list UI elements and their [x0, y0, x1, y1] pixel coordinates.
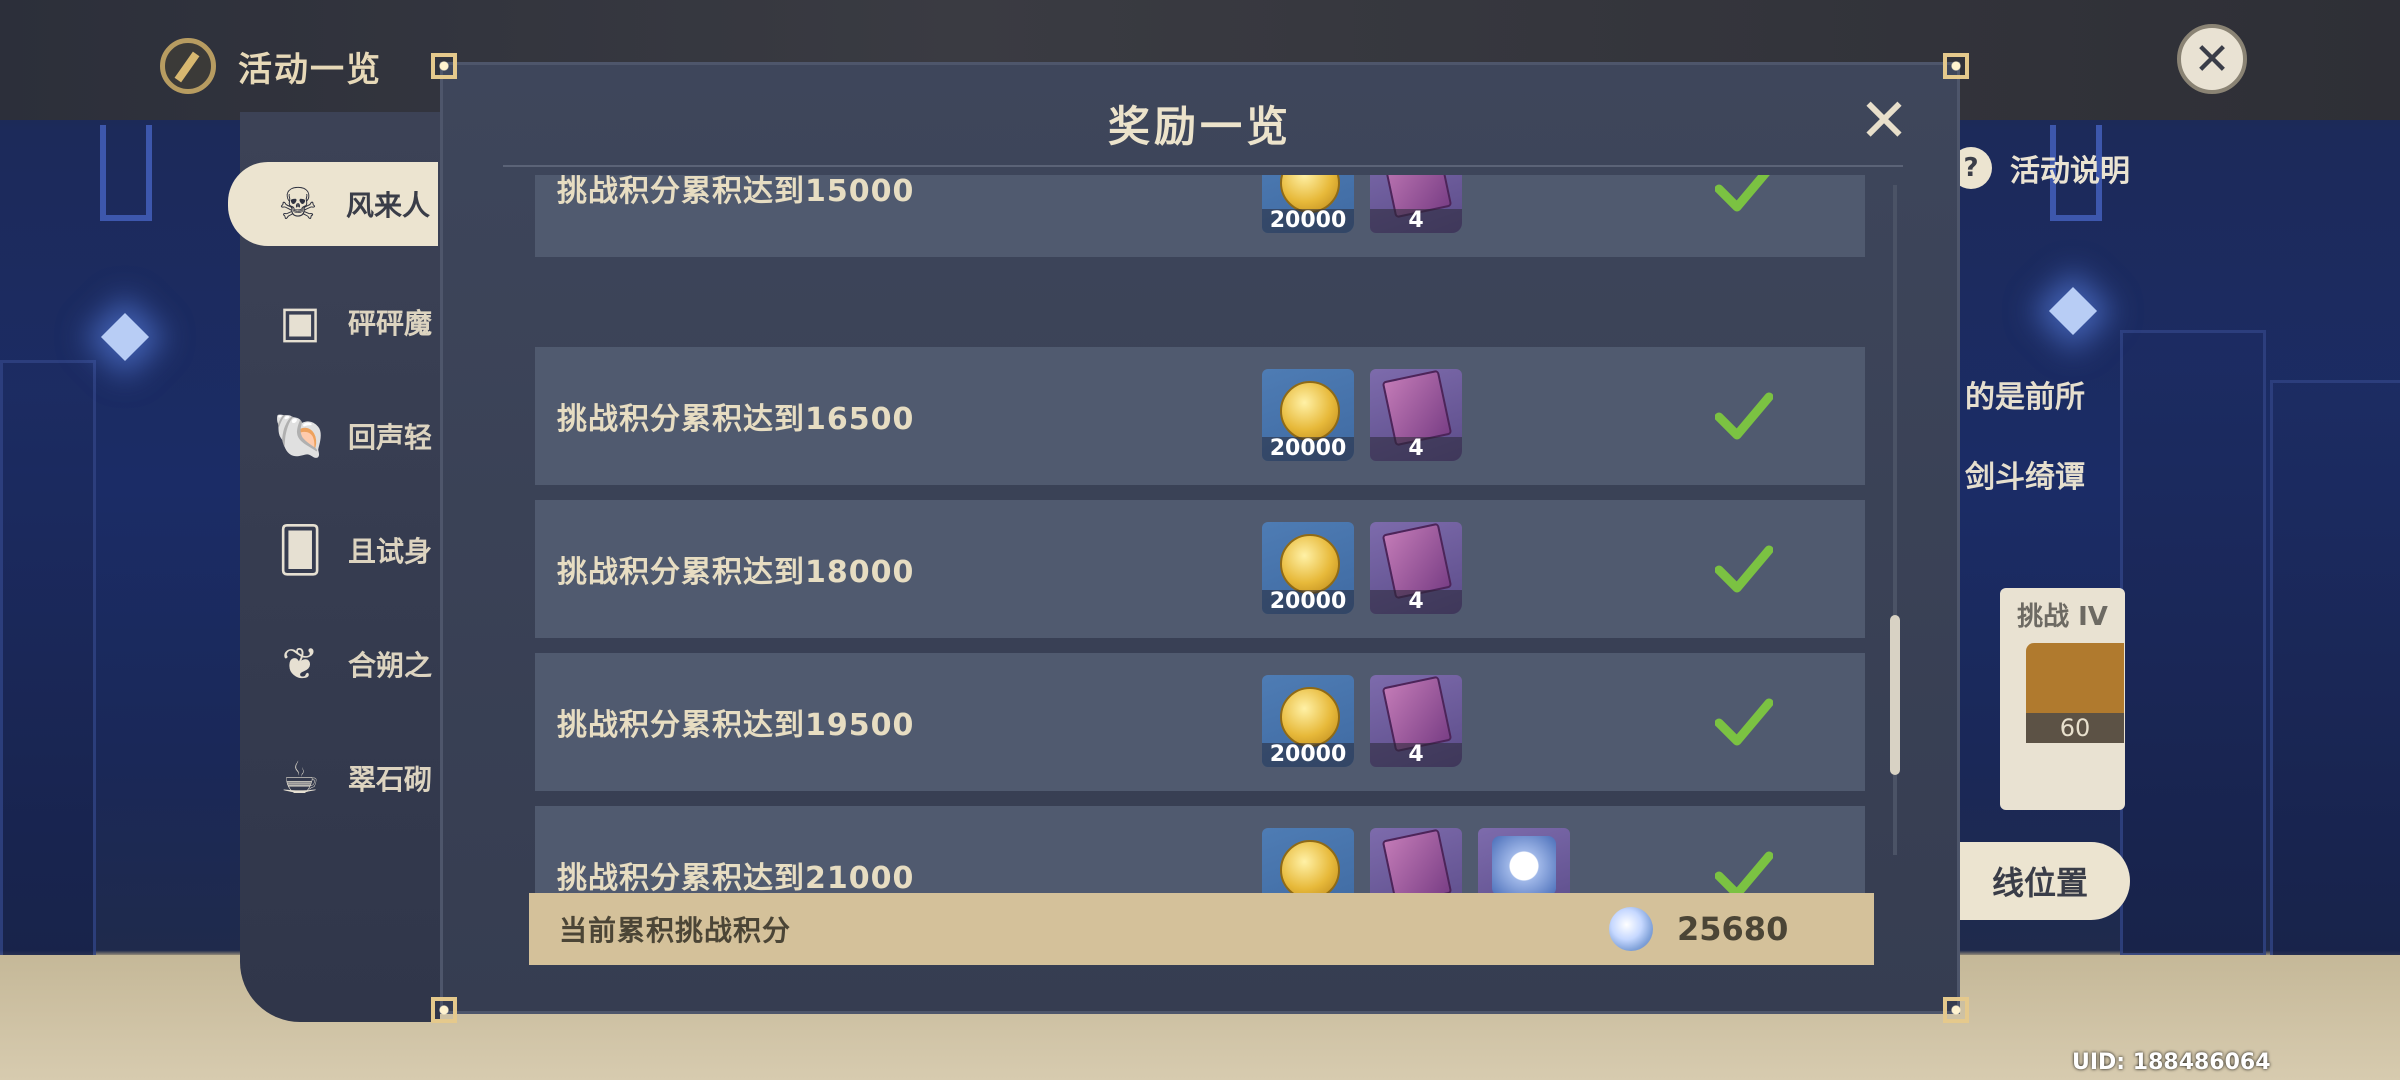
gold-coin-icon — [1280, 840, 1340, 900]
skull-mask-icon: ☠ — [278, 178, 318, 230]
uid-label: UID: 188486064 — [2072, 1050, 2271, 1075]
purple-book-icon — [1381, 675, 1453, 753]
sidebar-item-label: 翠石砌 — [348, 763, 433, 796]
reward-threshold-label: 挑战积分累积达到19500 — [557, 708, 915, 743]
reward-list[interactable]: 挑战积分累积达到15000 20000 4 挑战积分累积达到16500 2000… — [535, 175, 1865, 927]
sidebar-item-label: 风来人 — [346, 189, 431, 222]
challenge-reward-icon: 60 — [2026, 643, 2124, 743]
gold-coin-icon — [1280, 381, 1340, 441]
pillar-decoration — [2120, 330, 2266, 956]
close-icon: ✕ — [2193, 33, 2231, 85]
reward-count: 20000 — [1262, 209, 1354, 233]
current-score-bar: 当前累积挑战积分 25680 — [529, 893, 1874, 965]
sidebar-item-heshuo[interactable]: ❦ 合朔之 — [270, 622, 432, 706]
reward-row: 挑战积分累积达到16500 20000 4 — [535, 347, 1865, 485]
corner-ornament — [1939, 49, 1973, 83]
reward-threshold-label: 挑战积分累积达到15000 — [557, 175, 915, 209]
corner-ornament — [1939, 993, 1973, 1027]
challenge-card[interactable]: 挑战 IV 60 — [2000, 588, 2125, 810]
sidebar-item-label: 回声轻 — [348, 421, 433, 454]
claimed-check-icon — [1715, 545, 1773, 593]
sidebar-item-label: 合朔之 — [348, 649, 433, 682]
banner-decoration — [100, 125, 152, 221]
gold-coin-icon — [1280, 534, 1340, 594]
compass-icon — [160, 38, 216, 94]
event-description-line: 的是前所 — [1965, 380, 2085, 415]
close-icon: ✕ — [1858, 86, 1910, 156]
reward-count: 4 — [1370, 743, 1462, 767]
claimed-check-icon — [1715, 392, 1773, 440]
reward-item-mora[interactable]: 20000 — [1262, 175, 1354, 233]
reward-row: 挑战积分累积达到18000 20000 4 — [535, 500, 1865, 638]
event-overview-header: 活动一览 — [160, 38, 382, 94]
glowing-gem-icon — [100, 312, 150, 362]
teapot-icon: ☕ — [280, 752, 320, 804]
reward-item-book[interactable]: 4 — [1370, 675, 1462, 767]
reward-item-book[interactable]: 4 — [1370, 369, 1462, 461]
challenge-orb-icon — [1609, 907, 1653, 951]
challenge-label: 挑战 IV — [2017, 602, 2108, 632]
namecard-icon — [1492, 836, 1556, 896]
sidebar-item-label: 砰砰魔 — [348, 307, 433, 340]
reward-count: 4 — [1370, 590, 1462, 614]
sidebar-item-feng-lai-ren[interactable]: ☠ 风来人 — [228, 162, 438, 246]
pillar-decoration — [2270, 380, 2400, 966]
sidebar-item-label: 且试身 — [348, 535, 433, 568]
reward-count: 20000 — [1262, 437, 1354, 461]
cards-icon: 🂠 — [277, 524, 323, 576]
reward-count: 4 — [1370, 209, 1462, 233]
reward-row: 挑战积分累积达到15000 20000 4 — [535, 175, 1865, 257]
reward-threshold-label: 挑战积分累积达到18000 — [557, 555, 915, 590]
reward-overview-modal: 奖励一览 ✕ 挑战积分累积达到15000 20000 4 挑战积分累积达到165… — [431, 53, 1969, 1023]
sidebar-item-echo[interactable]: 🐚 回声轻 — [270, 394, 432, 478]
glowing-gem-icon — [2048, 286, 2098, 336]
reward-threshold-label: 挑战积分累积达到16500 — [557, 402, 915, 437]
event-sidebar: ☠ 风来人 ▣ 砰砰魔 🐚 回声轻 🂠 且试身 ❦ 合朔之 ☕ 翠石砌 — [228, 112, 440, 1022]
event-overview-title: 活动一览 — [238, 49, 382, 90]
reward-count: 4 — [1370, 437, 1462, 461]
sidebar-item-trial[interactable]: 🂠 且试身 — [270, 508, 432, 592]
reward-count: 20000 — [1262, 590, 1354, 614]
reward-item-book[interactable]: 4 — [1370, 175, 1462, 233]
sidebar-item-cuishi[interactable]: ☕ 翠石砌 — [270, 736, 432, 820]
reward-row: 挑战积分累积达到19500 20000 4 — [535, 653, 1865, 791]
reward-item-book[interactable]: 4 — [1370, 522, 1462, 614]
reward-item-mora[interactable]: 20000 — [1262, 522, 1354, 614]
reward-item-mora[interactable]: 20000 — [1262, 369, 1354, 461]
event-description-line: 剑斗绮谭 — [1965, 460, 2085, 495]
gold-coin-icon — [1280, 687, 1340, 747]
go-to-position-button[interactable]: 线位置 — [1950, 842, 2130, 920]
claimed-check-icon — [1715, 175, 1770, 212]
current-score-label: 当前累积挑战积分 — [559, 914, 792, 947]
close-modal-button[interactable]: ✕ — [1856, 91, 1912, 151]
pillar-decoration — [0, 360, 96, 966]
event-help-link[interactable]: ? 活动说明 — [1950, 146, 2130, 190]
purple-book-icon — [1381, 522, 1453, 600]
reward-count: 20000 — [1262, 743, 1354, 767]
challenge-count: 60 — [2026, 713, 2124, 743]
purple-book-icon — [1381, 369, 1453, 447]
conch-shell-icon: 🐚 — [272, 411, 328, 462]
tree-emblem-icon: ❦ — [281, 638, 319, 690]
current-score-value: 25680 — [1677, 910, 1789, 948]
corner-ornament — [427, 993, 461, 1027]
corner-ornament — [427, 49, 461, 83]
scrollbar-thumb[interactable] — [1890, 615, 1900, 775]
divider — [503, 165, 1903, 167]
event-help-label: 活动说明 — [2010, 154, 2130, 189]
close-event-overview-button[interactable]: ✕ — [2177, 24, 2247, 94]
claimed-check-icon — [1715, 698, 1773, 746]
modal-title: 奖励一览 — [1107, 102, 1292, 151]
creature-face-icon: ▣ — [279, 296, 321, 348]
reward-item-mora[interactable]: 20000 — [1262, 675, 1354, 767]
sidebar-item-peng-peng[interactable]: ▣ 砰砰魔 — [270, 280, 432, 364]
